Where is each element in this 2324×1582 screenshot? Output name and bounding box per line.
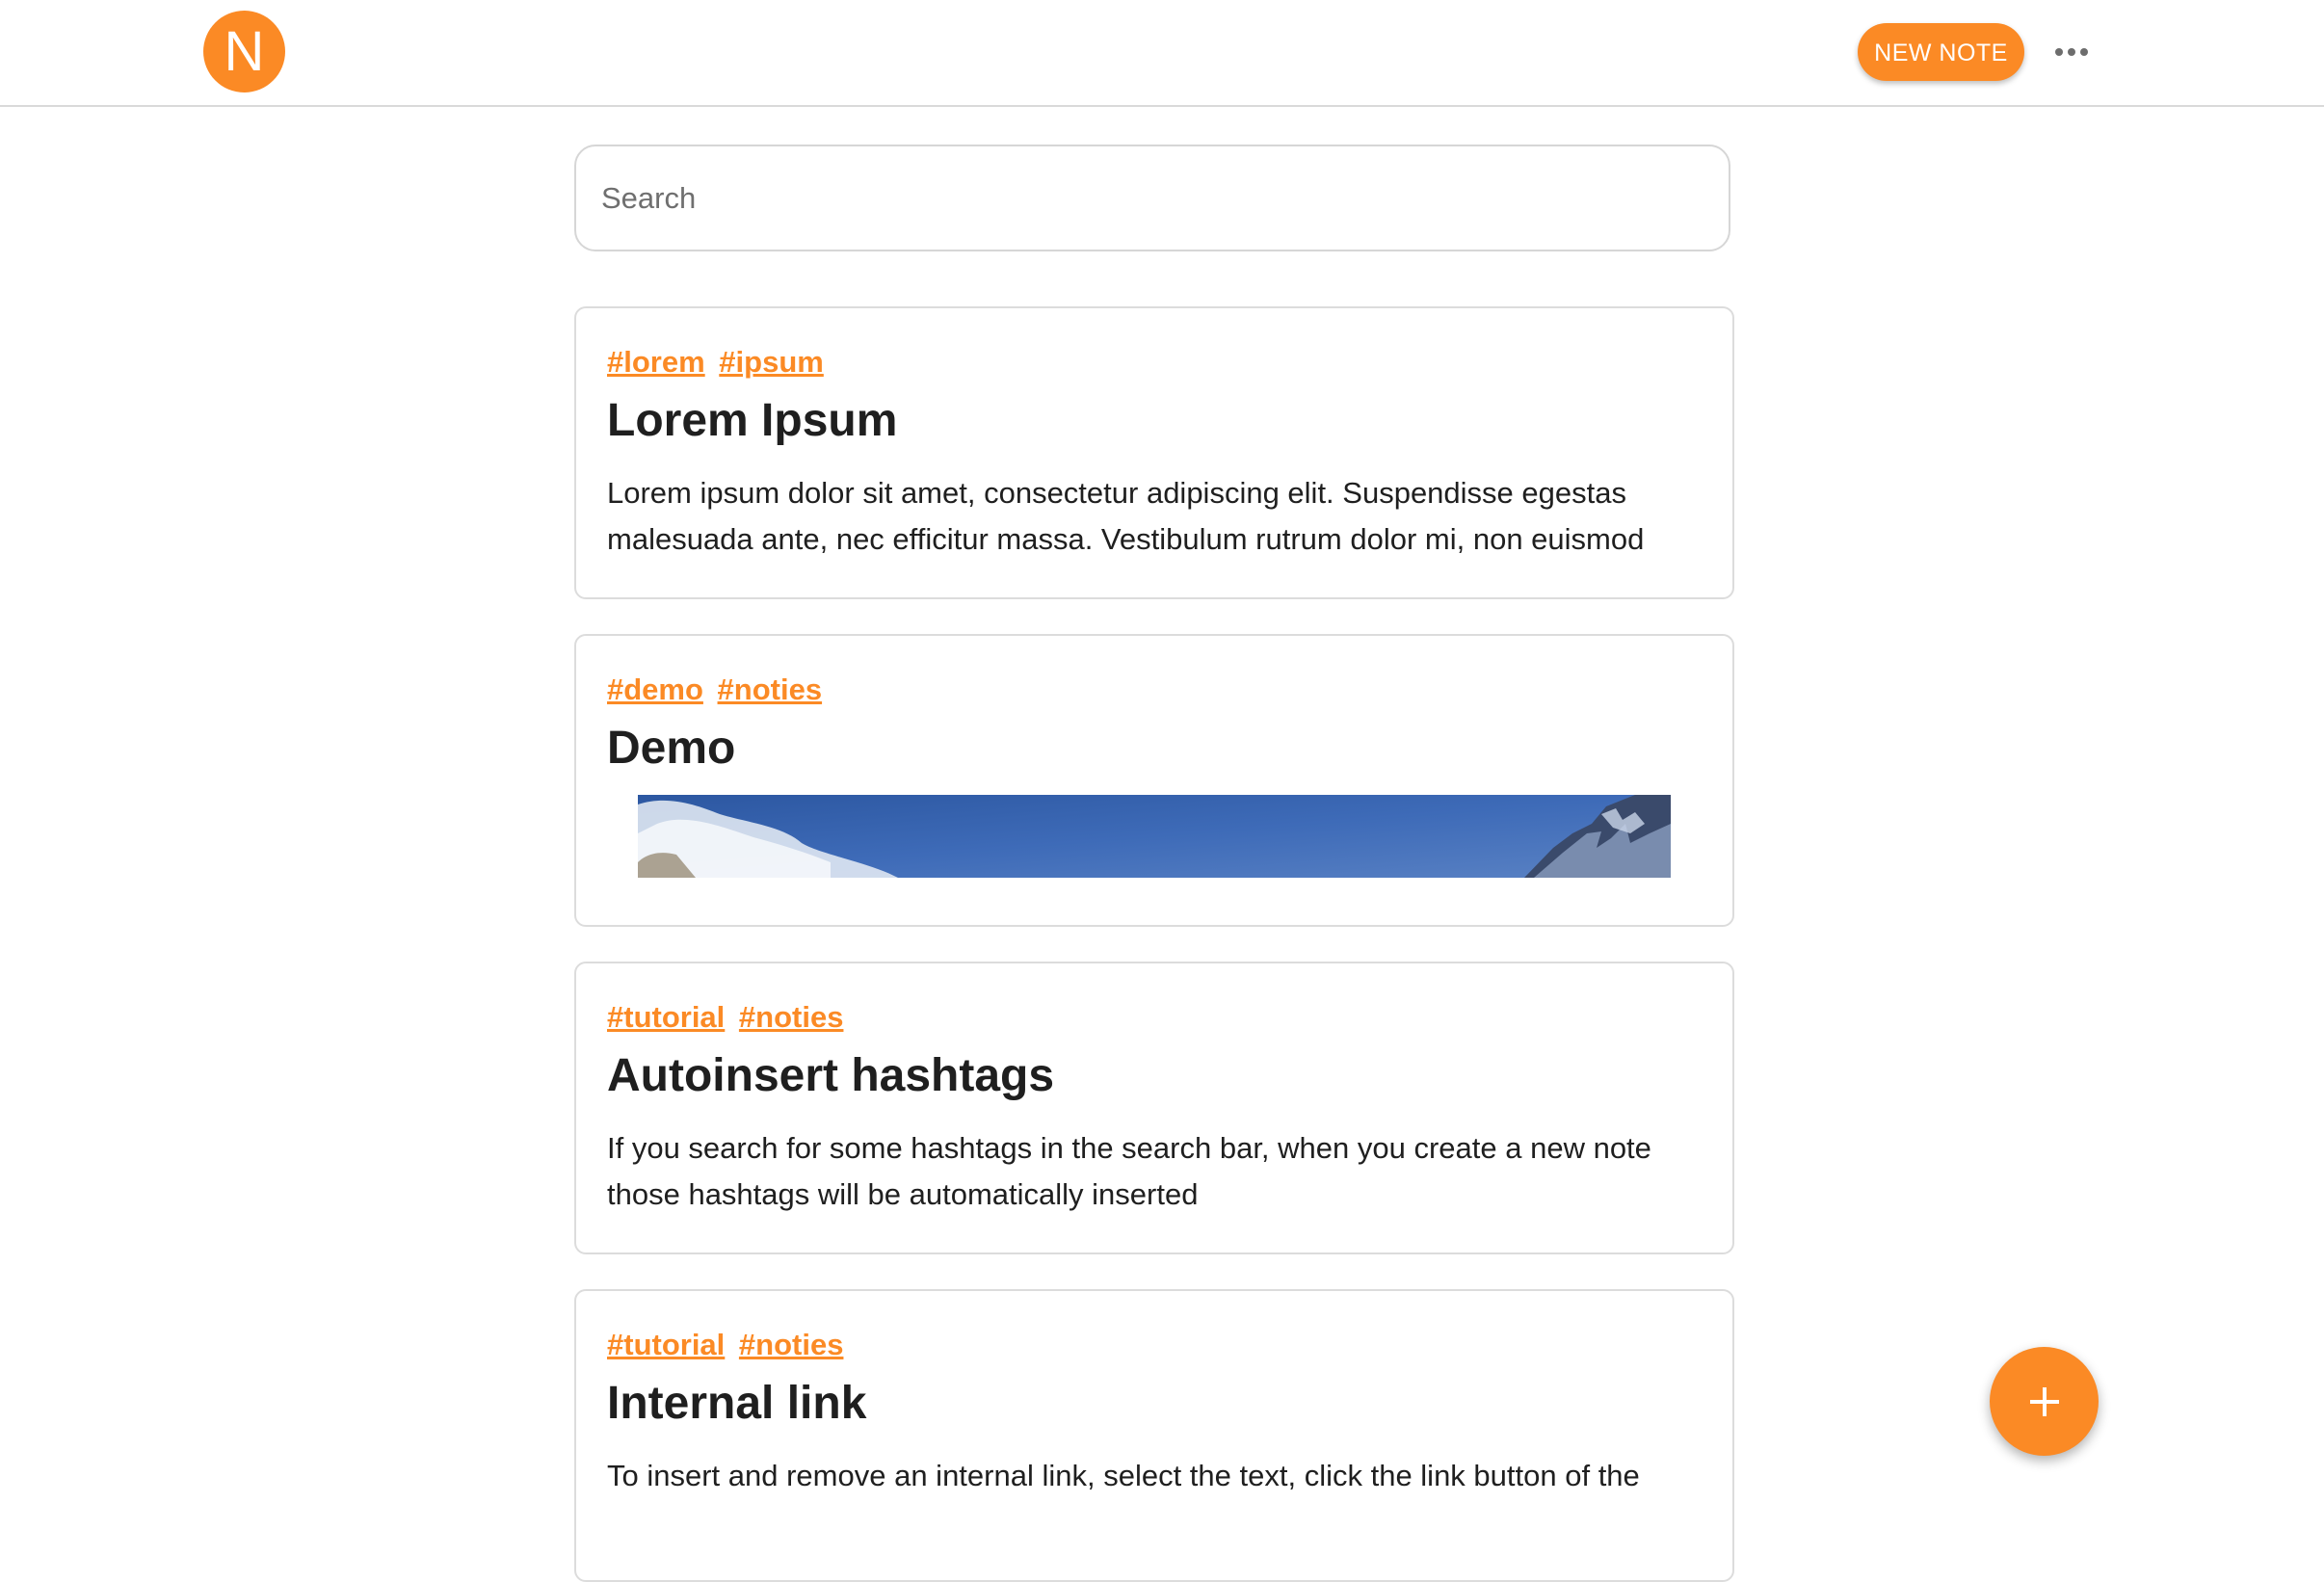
note-tags: #lorem #ipsum: [607, 343, 830, 382]
dot: [2068, 48, 2075, 56]
tag-link[interactable]: #lorem: [607, 345, 705, 379]
more-options-icon[interactable]: [2050, 27, 2093, 77]
note-title: Demo: [607, 723, 736, 774]
note-tags: #tutorial #noties: [607, 998, 849, 1037]
tag-link[interactable]: #ipsum: [719, 345, 824, 379]
search-input[interactable]: [574, 145, 1730, 251]
dot: [2080, 48, 2088, 56]
note-tags: #tutorial #noties: [607, 1326, 849, 1364]
add-note-fab[interactable]: [1990, 1347, 2099, 1456]
app-logo[interactable]: N: [203, 11, 285, 92]
note-title: Autoinsert hashtags: [607, 1050, 1055, 1101]
note-card[interactable]: #tutorial #noties Internal link To inser…: [574, 1289, 1734, 1582]
note-title: Internal link: [607, 1378, 867, 1429]
note-tags: #demo #noties: [607, 671, 828, 709]
new-note-button[interactable]: NEW NOTE: [1858, 23, 2024, 81]
tag-link[interactable]: #tutorial: [607, 1328, 725, 1361]
note-card[interactable]: #lorem #ipsum Lorem Ipsum Lorem ipsum do…: [574, 306, 1734, 599]
note-card[interactable]: #tutorial #noties Autoinsert hashtags If…: [574, 962, 1734, 1254]
tag-link[interactable]: #noties: [739, 1328, 844, 1361]
note-card[interactable]: #demo #noties Demo: [574, 634, 1734, 927]
note-preview: To insert and remove an internal link, s…: [607, 1459, 1640, 1492]
note-preview: Lorem ipsum dolor sit amet, consectetur …: [607, 476, 1645, 556]
mountain-sky-image: [638, 795, 1671, 878]
top-app-bar: N NEW NOTE: [0, 0, 2324, 107]
plus-icon: [2029, 1386, 2059, 1416]
tag-link[interactable]: #noties: [739, 1000, 844, 1034]
dot: [2055, 48, 2063, 56]
note-title: Lorem Ipsum: [607, 395, 898, 446]
note-preview: If you search for some hashtags in the s…: [607, 1131, 1651, 1211]
tag-link[interactable]: #demo: [607, 672, 703, 706]
tag-link[interactable]: #noties: [718, 672, 823, 706]
tag-link[interactable]: #tutorial: [607, 1000, 725, 1034]
